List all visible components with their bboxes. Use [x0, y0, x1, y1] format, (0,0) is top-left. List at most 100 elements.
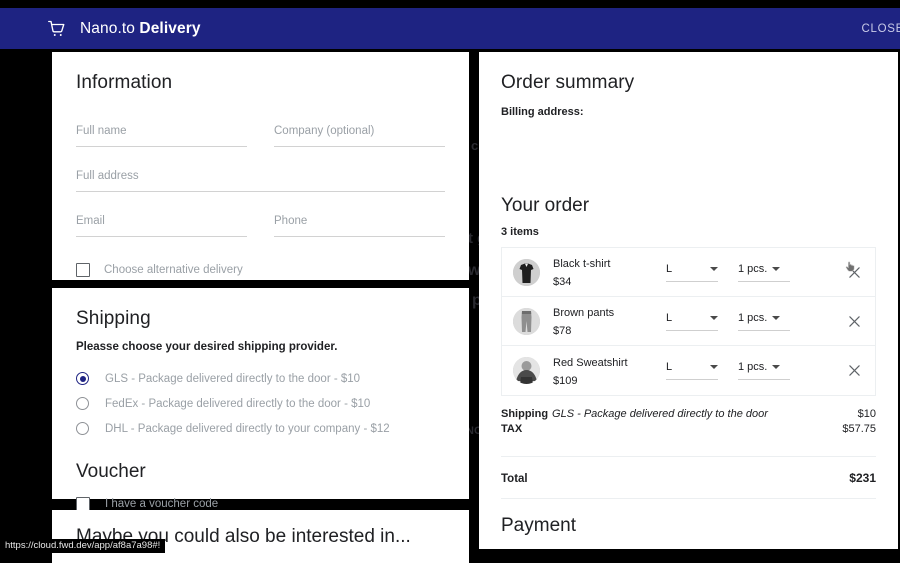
brand-title: Nano.to Delivery: [80, 20, 201, 38]
shipping-option-label: GLS - Package delivered directly to the …: [105, 372, 361, 385]
app-header: Nano.to Delivery CLOSE: [0, 8, 900, 49]
brand-name: Nano.to: [80, 19, 135, 37]
mouse-cursor-pointer: [844, 260, 859, 275]
size-select[interactable]: L: [666, 361, 718, 380]
size-value: L: [666, 311, 673, 324]
product-info: Brown pants $78: [553, 303, 660, 339]
phone-field[interactable]: [274, 211, 445, 256]
shopping-cart-icon: [48, 20, 66, 38]
shipping-options: GLS - Package delivered directly to the …: [76, 366, 445, 441]
app-root: c t g w p NC Nano.to Delivery CLOSE Info…: [0, 0, 900, 563]
recommendations-panel: Maybe you could also be interested in...: [52, 510, 469, 563]
product-thumbnail: [513, 258, 540, 286]
shipping-panel: Shipping Pleasse choose your desired shi…: [52, 288, 469, 511]
shipping-title: Shipping: [76, 308, 151, 329]
alternative-delivery-checkbox[interactable]: [76, 263, 90, 277]
order-item-row: Red Sweatshirt $109 L 1 pcs.: [502, 346, 875, 395]
order-items-list: Black t-shirt $34 L 1 pcs. Brown pants $…: [501, 247, 876, 396]
phone-input[interactable]: [274, 213, 445, 237]
shipping-total-row: Shipping GLS - Package delivered directl…: [501, 407, 876, 422]
brand-product: Delivery: [139, 19, 201, 37]
tax-label: TAX: [501, 423, 523, 435]
product-info: Black t-shirt $34: [553, 254, 660, 290]
chevron-down-icon: [710, 315, 718, 320]
product-name: Black t-shirt: [553, 258, 611, 270]
information-form: [76, 121, 445, 256]
order-item-row: Black t-shirt $34 L 1 pcs.: [502, 248, 875, 297]
shipping-option-label: DHL - Package delivered directly to your…: [105, 422, 390, 435]
alternative-delivery-row[interactable]: Choose alternative delivery: [76, 263, 445, 277]
product-name: Brown pants: [553, 307, 615, 319]
tax-row: TAX $57.75: [501, 422, 876, 437]
alternative-delivery-label: Choose alternative delivery: [104, 264, 243, 276]
billing-address-value: [501, 118, 876, 195]
size-value: L: [666, 262, 673, 275]
full-address-input[interactable]: [76, 168, 445, 192]
shipping-amount: $10: [857, 408, 876, 420]
information-panel: Information Full name Company (optional)…: [52, 52, 469, 280]
shipping-option-dhl[interactable]: DHL - Package delivered directly to your…: [76, 416, 445, 441]
product-price: $78: [553, 325, 572, 337]
voucher-label: I have a voucher code: [105, 498, 219, 510]
radio-icon[interactable]: [76, 422, 89, 435]
shipping-total-label: Shipping: [501, 408, 549, 420]
billing-address-label: Billing address:: [501, 106, 584, 118]
product-info: Red Sweatshirt $109: [553, 353, 660, 389]
chevron-down-icon: [710, 365, 718, 369]
total-label: Total: [501, 473, 528, 485]
shipping-option-fedex[interactable]: FedEx - Package delivered directly to th…: [76, 391, 445, 416]
items-count: 3 items: [501, 226, 539, 238]
full-name-field[interactable]: [76, 121, 247, 166]
quantity-select[interactable]: 1 pcs.: [738, 263, 790, 282]
grand-total-row: Total $231: [501, 457, 876, 498]
email-field[interactable]: [76, 211, 247, 256]
size-select[interactable]: L: [666, 312, 718, 331]
total-amount: $231: [849, 471, 876, 485]
size-select[interactable]: L: [666, 263, 718, 282]
chevron-down-icon: [710, 266, 718, 271]
remove-item-button[interactable]: [843, 310, 865, 332]
remove-item-button[interactable]: [843, 261, 865, 283]
your-order-title: Your order: [501, 195, 590, 216]
product-name: Red Sweatshirt: [553, 356, 628, 369]
size-value: L: [666, 361, 673, 373]
chevron-down-icon: [772, 266, 781, 271]
product-thumbnail: [513, 307, 540, 335]
status-bar-url: https://cloud.fwd.dev/app/af8a7a98#!: [0, 539, 166, 553]
payment-divider: [501, 498, 876, 499]
email-input[interactable]: [76, 213, 247, 237]
quantity-select[interactable]: 1 pcs.: [738, 361, 790, 380]
radio-icon[interactable]: [76, 372, 89, 385]
close-button[interactable]: CLOSE: [862, 8, 900, 49]
quantity-select[interactable]: 1 pcs.: [738, 312, 790, 331]
voucher-checkbox[interactable]: [76, 497, 90, 511]
voucher-title: Voucher: [76, 461, 146, 482]
quantity-value: 1 pcs.: [738, 311, 768, 324]
product-thumbnail: [513, 357, 540, 384]
background-ghost-text: c: [471, 138, 479, 153]
shipping-option-gls[interactable]: GLS - Package delivered directly to the …: [76, 366, 445, 391]
order-item-row: Brown pants $78 L 1 pcs.: [502, 297, 875, 346]
product-price: $109: [553, 374, 578, 387]
full-address-field[interactable]: [76, 166, 445, 211]
order-summary-panel: Order summary Billing address: Your orde…: [479, 52, 898, 549]
chevron-down-icon: [772, 315, 781, 320]
shipping-subtitle: Pleasse choose your desired shipping pro…: [76, 341, 338, 353]
quantity-value: 1 pcs.: [738, 262, 768, 275]
full-name-input[interactable]: [76, 123, 247, 147]
voucher-checkbox-row[interactable]: I have a voucher code: [76, 497, 445, 511]
order-summary-title: Order summary: [501, 72, 635, 93]
product-price: $34: [553, 276, 572, 288]
quantity-value: 1 pcs.: [738, 361, 768, 373]
information-title: Information: [76, 72, 173, 93]
shipping-option-label: FedEx - Package delivered directly to th…: [105, 397, 371, 410]
chevron-down-icon: [772, 365, 781, 369]
payment-title: Payment: [501, 515, 576, 536]
radio-icon[interactable]: [76, 397, 89, 410]
company-field[interactable]: [274, 121, 445, 166]
order-totals: Shipping GLS - Package delivered directl…: [501, 407, 876, 437]
shipping-method-text: GLS - Package delivered directly to the …: [552, 408, 768, 420]
company-input[interactable]: [274, 123, 445, 147]
remove-item-button[interactable]: [843, 360, 865, 382]
tax-amount: $57.75: [842, 423, 876, 435]
